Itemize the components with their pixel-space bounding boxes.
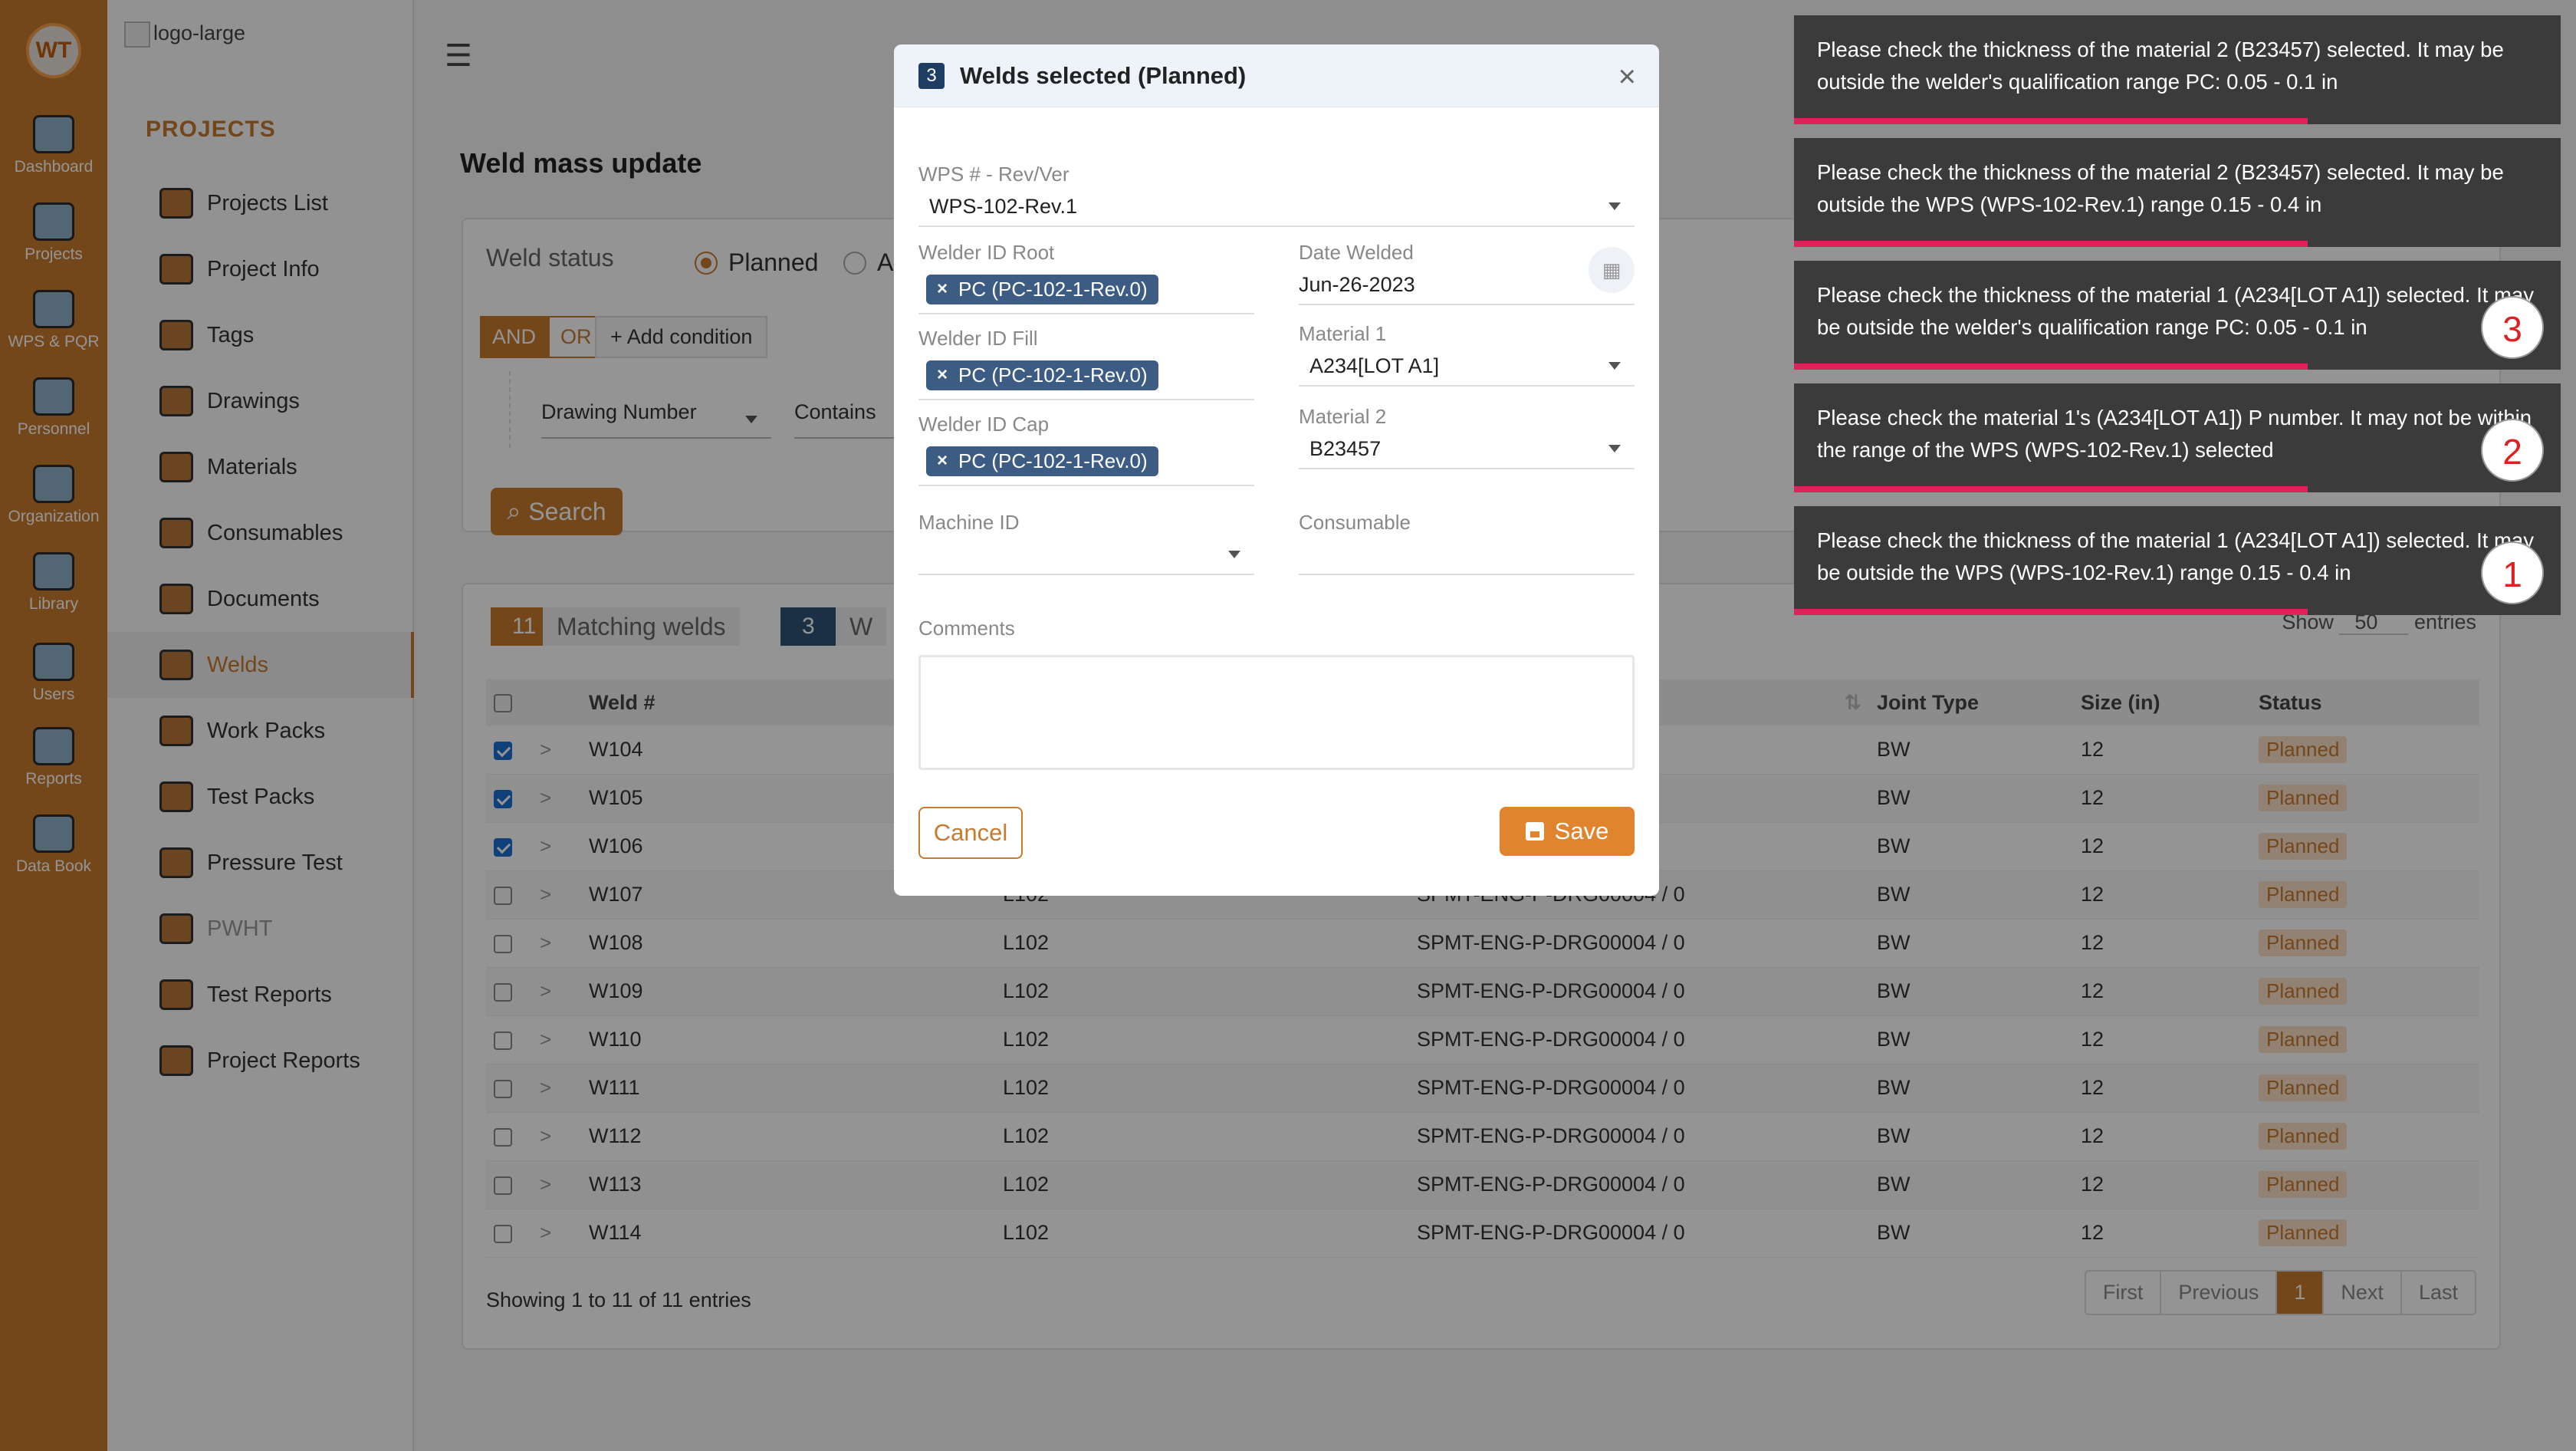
welder-fill-label: Welder ID Fill [918,327,1038,350]
toast-message: Please check the material 1's (A234[LOT … [1817,406,2532,462]
welder-cap-field: Welder ID Cap × PC (PC-102-1-Rev.0) [918,413,1254,486]
comments-label-wrap: Comments [918,617,1015,640]
toast-step-number: 2 [2481,419,2544,482]
welder-fill-select[interactable]: × PC (PC-102-1-Rev.0) [918,351,1254,400]
material1-select[interactable]: A234[LOT A1] [1299,347,1635,387]
chevron-down-icon [1608,362,1621,370]
tag-label: PC (PC-102-1-Rev.0) [958,449,1148,472]
toast-step-number: 3 [2481,296,2544,359]
welder-cap-tag: × PC (PC-102-1-Rev.0) [926,446,1158,476]
material1-value: A234[LOT A1] [1309,354,1440,377]
modal-title: Welds selected (Planned) [960,61,1247,89]
welder-fill-field: Welder ID Fill × PC (PC-102-1-Rev.0) [918,327,1254,400]
toast-progress-bar [1794,241,2308,247]
remove-tag-icon[interactable]: × [937,278,948,300]
material1-label: Material 1 [1299,322,1387,345]
machine-id-select[interactable] [918,535,1254,575]
consumable-select[interactable] [1299,535,1635,575]
machine-id-label: Machine ID [918,511,1020,534]
welder-root-field: Welder ID Root × PC (PC-102-1-Rev.0) [918,241,1254,314]
toast-step-number: 1 [2481,541,2544,604]
comments-label: Comments [918,617,1015,640]
save-label: Save [1554,818,1609,844]
date-welded-value: Jun-26-2023 [1299,272,1415,296]
wps-value: WPS-102-Rev.1 [929,194,1078,218]
warning-toast[interactable]: Please check the material 1's (A234[LOT … [1794,383,2561,492]
tag-label: PC (PC-102-1-Rev.0) [958,363,1148,387]
warning-toast[interactable]: Please check the thickness of the materi… [1794,138,2561,247]
chevron-down-icon [1228,551,1240,558]
remove-tag-icon[interactable]: × [937,364,948,386]
welder-root-tag: × PC (PC-102-1-Rev.0) [926,274,1158,304]
machine-id-field: Machine ID [918,511,1254,575]
cancel-button[interactable]: Cancel [918,807,1023,859]
toast-progress-bar [1794,364,2308,370]
wps-label: WPS # - Rev/Ver [918,163,1070,186]
mass-update-modal: 3 Welds selected (Planned) × WPS # - Rev… [894,44,1659,896]
material2-value: B23457 [1309,436,1382,460]
consumable-field: Consumable [1299,511,1635,575]
close-icon[interactable]: × [1618,60,1636,94]
comments-textarea[interactable] [918,655,1635,770]
toast-progress-bar [1794,118,2308,124]
welder-cap-label: Welder ID Cap [918,413,1050,436]
tag-label: PC (PC-102-1-Rev.0) [958,277,1148,301]
chevron-down-icon [1608,445,1621,452]
date-welded-input[interactable]: Jun-26-2023 [1299,265,1635,305]
welder-root-label: Welder ID Root [918,241,1055,264]
consumable-label: Consumable [1299,511,1411,534]
toast-progress-bar [1794,486,2308,492]
material2-select[interactable]: B23457 [1299,429,1635,469]
toast-message: Please check the thickness of the materi… [1817,283,2534,339]
wps-select[interactable]: WPS-102-Rev.1 [918,187,1635,227]
warning-toast[interactable]: Please check the thickness of the materi… [1794,506,2561,615]
selected-count-badge: 3 [918,62,945,89]
welder-cap-select[interactable]: × PC (PC-102-1-Rev.0) [918,437,1254,486]
welder-root-select[interactable]: × PC (PC-102-1-Rev.0) [918,265,1254,314]
toast-message: Please check the thickness of the materi… [1817,38,2504,94]
remove-tag-icon[interactable]: × [937,450,948,472]
save-disk-icon [1525,822,1544,841]
chevron-down-icon [1608,202,1621,210]
wps-field: WPS # - Rev/Ver WPS-102-Rev.1 [918,163,1635,227]
welder-fill-tag: × PC (PC-102-1-Rev.0) [926,360,1158,390]
material2-label: Material 2 [1299,405,1387,428]
date-welded-field: Date Welded Jun-26-2023 ▦ [1299,241,1635,305]
material1-field: Material 1 A234[LOT A1] [1299,322,1635,387]
calendar-icon[interactable]: ▦ [1589,247,1635,293]
toast-progress-bar [1794,609,2308,615]
toast-message: Please check the thickness of the materi… [1817,528,2534,584]
warning-toast[interactable]: Please check the thickness of the materi… [1794,15,2561,124]
save-button[interactable]: Save [1500,807,1635,856]
date-welded-label: Date Welded [1299,241,1414,264]
modal-header: 3 Welds selected (Planned) × [894,44,1659,107]
material2-field: Material 2 B23457 [1299,405,1635,469]
toast-message: Please check the thickness of the materi… [1817,160,2504,216]
warning-toast[interactable]: Please check the thickness of the materi… [1794,261,2561,370]
